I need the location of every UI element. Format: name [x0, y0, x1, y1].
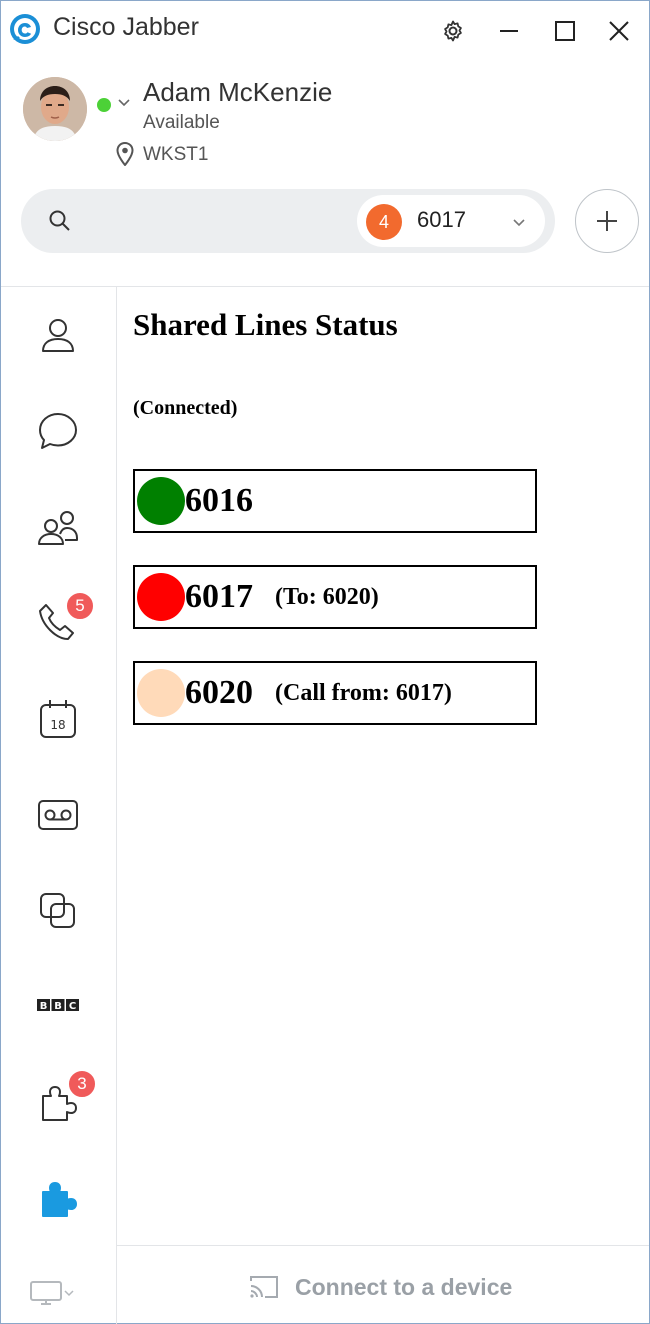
sidebar-item-voicemail[interactable] [17, 779, 99, 851]
app-title: Cisco Jabber [53, 13, 199, 41]
shared-line-item[interactable]: 6016 [133, 469, 537, 533]
footer-divider [117, 1245, 649, 1246]
line-status-dot [137, 669, 185, 717]
line-number: 6020 [185, 674, 253, 711]
chevron-down-icon[interactable] [117, 95, 131, 109]
line-number: 6017 [185, 578, 253, 615]
calendar-icon: 18 [40, 700, 76, 738]
svg-text:18: 18 [50, 718, 65, 732]
minimize-button[interactable] [489, 11, 529, 51]
voicemail-icon [38, 800, 78, 830]
selected-line-number: 6017 [417, 207, 466, 232]
title-bar: Cisco Jabber [1, 1, 649, 57]
puzzle-filled-icon [42, 1182, 77, 1217]
minimize-icon [500, 30, 518, 32]
sidebar-item-shared-lines[interactable] [17, 1163, 99, 1235]
monitor-icon [30, 1281, 62, 1305]
shared-line-item[interactable]: 6020 (Call from: 6017) [133, 661, 537, 725]
line-status-dot [137, 477, 185, 525]
shared-lines-panel: Shared Lines Status (Connected) 6016 601… [117, 287, 649, 1245]
avatar-photo [23, 77, 87, 141]
chat-bubble-icon [39, 413, 77, 449]
svg-text:B: B [54, 1001, 62, 1012]
connect-device-label: Connect to a device [295, 1273, 513, 1300]
bbc-logo-icon: B B C [37, 999, 79, 1012]
avatar[interactable] [23, 77, 87, 141]
maximize-button[interactable] [545, 11, 585, 51]
svg-text:C: C [69, 1001, 76, 1012]
svg-text:B: B [40, 1001, 48, 1012]
line-detail: (To: 6020) [275, 584, 379, 610]
line-status-dot [137, 573, 185, 621]
user-name[interactable]: Adam McKenzie [143, 77, 332, 108]
device-selector[interactable] [29, 1279, 75, 1307]
sidebar-item-meetings[interactable] [17, 491, 99, 563]
sidebar-item-chats[interactable] [17, 395, 99, 467]
user-status: Available [143, 112, 220, 133]
add-button[interactable] [575, 189, 639, 253]
presence-indicator[interactable] [97, 98, 111, 112]
gear-icon [444, 20, 462, 42]
cast-icon [250, 1276, 278, 1298]
connection-status: (Connected) [133, 397, 238, 419]
close-icon [609, 21, 629, 41]
search-input[interactable]: 4 6017 [21, 189, 555, 253]
line-number: 6016 [185, 482, 253, 519]
connect-device-button[interactable]: Connect to a device [247, 1269, 512, 1305]
close-button[interactable] [599, 11, 639, 51]
page-title: Shared Lines Status [133, 307, 398, 342]
people-icon [38, 511, 78, 545]
sidebar-item-custom-tabs[interactable]: 3 [17, 1067, 99, 1139]
sidebar-item-screens[interactable] [17, 875, 99, 947]
plus-icon [597, 211, 617, 231]
jabber-logo-icon [10, 14, 40, 44]
search-icon [49, 210, 70, 231]
settings-button[interactable] [433, 11, 473, 51]
location-pin-icon [116, 142, 134, 166]
sidebar-item-contacts[interactable] [17, 299, 99, 371]
location-label[interactable]: WKST1 [143, 144, 208, 166]
sidebar-item-bbc[interactable]: B B C [17, 969, 99, 1041]
maximize-icon [555, 21, 575, 41]
line-selector[interactable]: 4 6017 [357, 195, 545, 247]
sidebar-item-calls[interactable]: 5 [17, 587, 99, 659]
jabber-window: Cisco Jabber Adam McKenzie Available WKS… [0, 0, 650, 1324]
chevron-down-icon [64, 1290, 74, 1297]
custom-tabs-badge: 3 [67, 1069, 97, 1099]
overlap-squares-icon [40, 893, 75, 928]
chevron-down-icon [513, 219, 525, 227]
line-count-badge: 4 [366, 204, 402, 240]
calls-badge: 5 [65, 591, 95, 621]
sidebar-item-calendar[interactable]: 18 [17, 683, 99, 755]
line-detail: (Call from: 6017) [275, 680, 452, 706]
person-icon [42, 319, 74, 352]
shared-line-item[interactable]: 6017 (To: 6020) [133, 565, 537, 629]
